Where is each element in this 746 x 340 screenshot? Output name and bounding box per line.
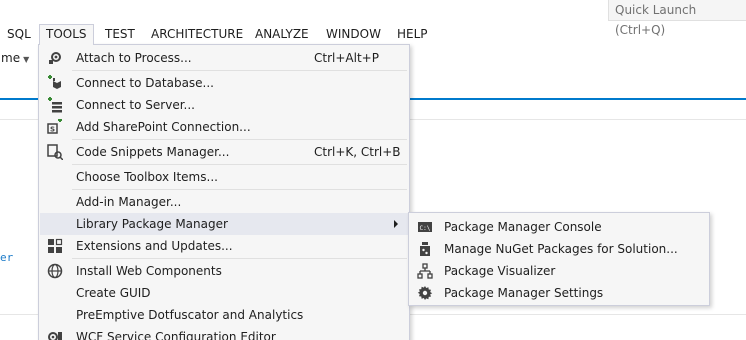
menu-architecture[interactable]: ARCHITECTURE	[151, 24, 243, 45]
extensions-icon	[47, 238, 63, 254]
menu-separator	[72, 189, 407, 190]
menu-item-shortcut: Ctrl+K, Ctrl+B	[314, 145, 401, 159]
toolbar-fragment-text: me	[1, 51, 21, 65]
menu-item-connect-to-server[interactable]: Connect to Server...	[40, 94, 408, 116]
menu-item-library-package-manager[interactable]: Library Package Manager	[40, 213, 408, 235]
hierarchy-icon	[417, 263, 433, 279]
menu-help[interactable]: HELP	[397, 24, 428, 45]
connect-database-icon	[47, 75, 63, 91]
nuget-icon	[417, 241, 433, 257]
quick-launch-box[interactable]: Quick Launch (Ctrl+Q)	[608, 0, 746, 37]
menu-item-label: Add-in Manager...	[76, 195, 182, 209]
menu-item-label: PreEmptive Dotfuscator and Analytics	[76, 308, 304, 322]
menu-item-label: Choose Toolbox Items...	[76, 170, 218, 184]
gear-icon	[417, 285, 433, 301]
menu-item-label: Connect to Database...	[76, 76, 214, 90]
sharepoint-icon: S	[47, 118, 63, 135]
svg-text:S: S	[50, 126, 55, 134]
menu-separator	[72, 139, 407, 140]
wcf-icon	[47, 329, 63, 340]
menu-item-wcf-service-configuration-editor[interactable]: WCF Service Configuration Editor	[40, 326, 408, 340]
menu-item-extensions-and-updates[interactable]: Extensions and Updates...	[40, 235, 408, 257]
connect-server-icon	[47, 97, 63, 113]
snippets-icon	[47, 144, 64, 161]
menu-item-attach-to-process[interactable]: Attach to Process... Ctrl+Alt+P	[40, 47, 408, 69]
menu-item-label: Install Web Components	[76, 264, 222, 278]
submenu-arrow-icon	[394, 220, 398, 228]
console-icon: C:\	[417, 219, 433, 235]
menu-item-label: Create GUID	[76, 286, 151, 300]
menu-item-label: WCF Service Configuration Editor	[76, 330, 276, 340]
svg-text:C:\: C:\	[420, 225, 431, 232]
menu-test[interactable]: TEST	[105, 24, 135, 45]
menu-item-shortcut: Ctrl+Alt+P	[314, 51, 379, 65]
menu-item-label: Add SharePoint Connection...	[76, 120, 251, 134]
web-components-icon	[47, 263, 63, 279]
menu-item-label: Manage NuGet Packages for Solution...	[444, 242, 678, 256]
menu-sql[interactable]: SQL	[7, 24, 31, 45]
menu-item-choose-toolbox-items[interactable]: Choose Toolbox Items...	[40, 166, 408, 188]
menu-separator	[72, 164, 407, 165]
menu-item-connect-to-database[interactable]: Connect to Database...	[40, 72, 408, 94]
menu-item-label: Attach to Process...	[76, 51, 192, 65]
submenu-item-package-manager-console[interactable]: C:\ Package Manager Console	[410, 216, 708, 238]
submenu-item-package-visualizer[interactable]: Package Visualizer	[410, 260, 708, 282]
menu-item-label: Extensions and Updates...	[76, 239, 233, 253]
menu-item-label: Package Manager Console	[444, 220, 602, 234]
menu-item-add-in-manager[interactable]: Add-in Manager...	[40, 191, 408, 213]
menu-item-install-web-components[interactable]: Install Web Components	[40, 260, 408, 282]
package-manager-submenu: C:\ Package Manager Console Manage NuGet…	[408, 212, 710, 306]
menu-item-code-snippets-manager[interactable]: Code Snippets Manager... Ctrl+K, Ctrl+B	[40, 141, 408, 163]
menu-item-add-sharepoint-connection[interactable]: S Add SharePoint Connection...	[40, 116, 408, 138]
toolbar-dropdown-fragment[interactable]: me ▼	[0, 47, 40, 69]
menu-item-label: Package Manager Settings	[444, 286, 604, 300]
menu-item-preemptive-dotfuscator[interactable]: PreEmptive Dotfuscator and Analytics	[40, 304, 408, 326]
menu-item-label: Package Visualizer	[444, 264, 556, 278]
background-link-fragment[interactable]: er	[0, 251, 13, 264]
menu-item-label: Connect to Server...	[76, 98, 195, 112]
attach-process-icon	[47, 50, 63, 66]
menu-tools[interactable]: TOOLS	[39, 24, 94, 45]
menu-separator	[72, 258, 407, 259]
submenu-item-package-manager-settings[interactable]: Package Manager Settings	[410, 282, 708, 304]
menu-item-label: Code Snippets Manager...	[76, 145, 230, 159]
menu-bar: SQL TOOLS TEST ARCHITECTURE ANALYZE WIND…	[0, 24, 746, 45]
menu-analyze[interactable]: ANALYZE	[255, 24, 309, 45]
chevron-down-icon: ▼	[23, 55, 30, 64]
menu-separator	[72, 70, 407, 71]
menu-item-label: Library Package Manager	[76, 217, 228, 231]
menu-window[interactable]: WINDOW	[326, 24, 381, 45]
submenu-item-manage-nuget-packages[interactable]: Manage NuGet Packages for Solution...	[410, 238, 708, 260]
tools-menu: Attach to Process... Ctrl+Alt+P Connect …	[38, 44, 410, 340]
menu-item-create-guid[interactable]: Create GUID	[40, 282, 408, 304]
